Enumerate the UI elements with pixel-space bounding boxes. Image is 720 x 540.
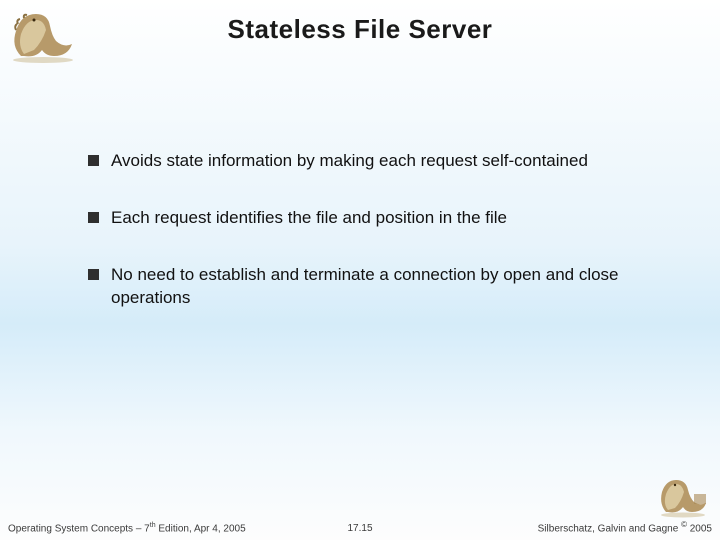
bullet-text: Avoids state information by making each … [111,150,588,173]
footer-left-text: Operating System Concepts – 7th Edition,… [8,522,246,534]
slide-title: Stateless File Server [0,0,720,45]
bullet-text: No need to establish and terminate a con… [111,264,660,310]
footer-page-number: 17.15 [347,523,372,534]
list-item: Avoids state information by making each … [88,150,660,173]
square-bullet-icon [88,269,99,280]
bullet-list: Avoids state information by making each … [88,150,660,344]
square-bullet-icon [88,212,99,223]
list-item: Each request identifies the file and pos… [88,207,660,230]
square-bullet-icon [88,155,99,166]
footer-copyright: Silberschatz, Galvin and Gagne © 2005 [538,520,712,534]
slide-footer: Operating System Concepts – 7th Edition,… [0,518,720,534]
dinosaur-logo-bottom-right [654,474,712,518]
bullet-text: Each request identifies the file and pos… [111,207,507,230]
list-item: No need to establish and terminate a con… [88,264,660,310]
dinosaur-logo-top-left [6,6,80,64]
